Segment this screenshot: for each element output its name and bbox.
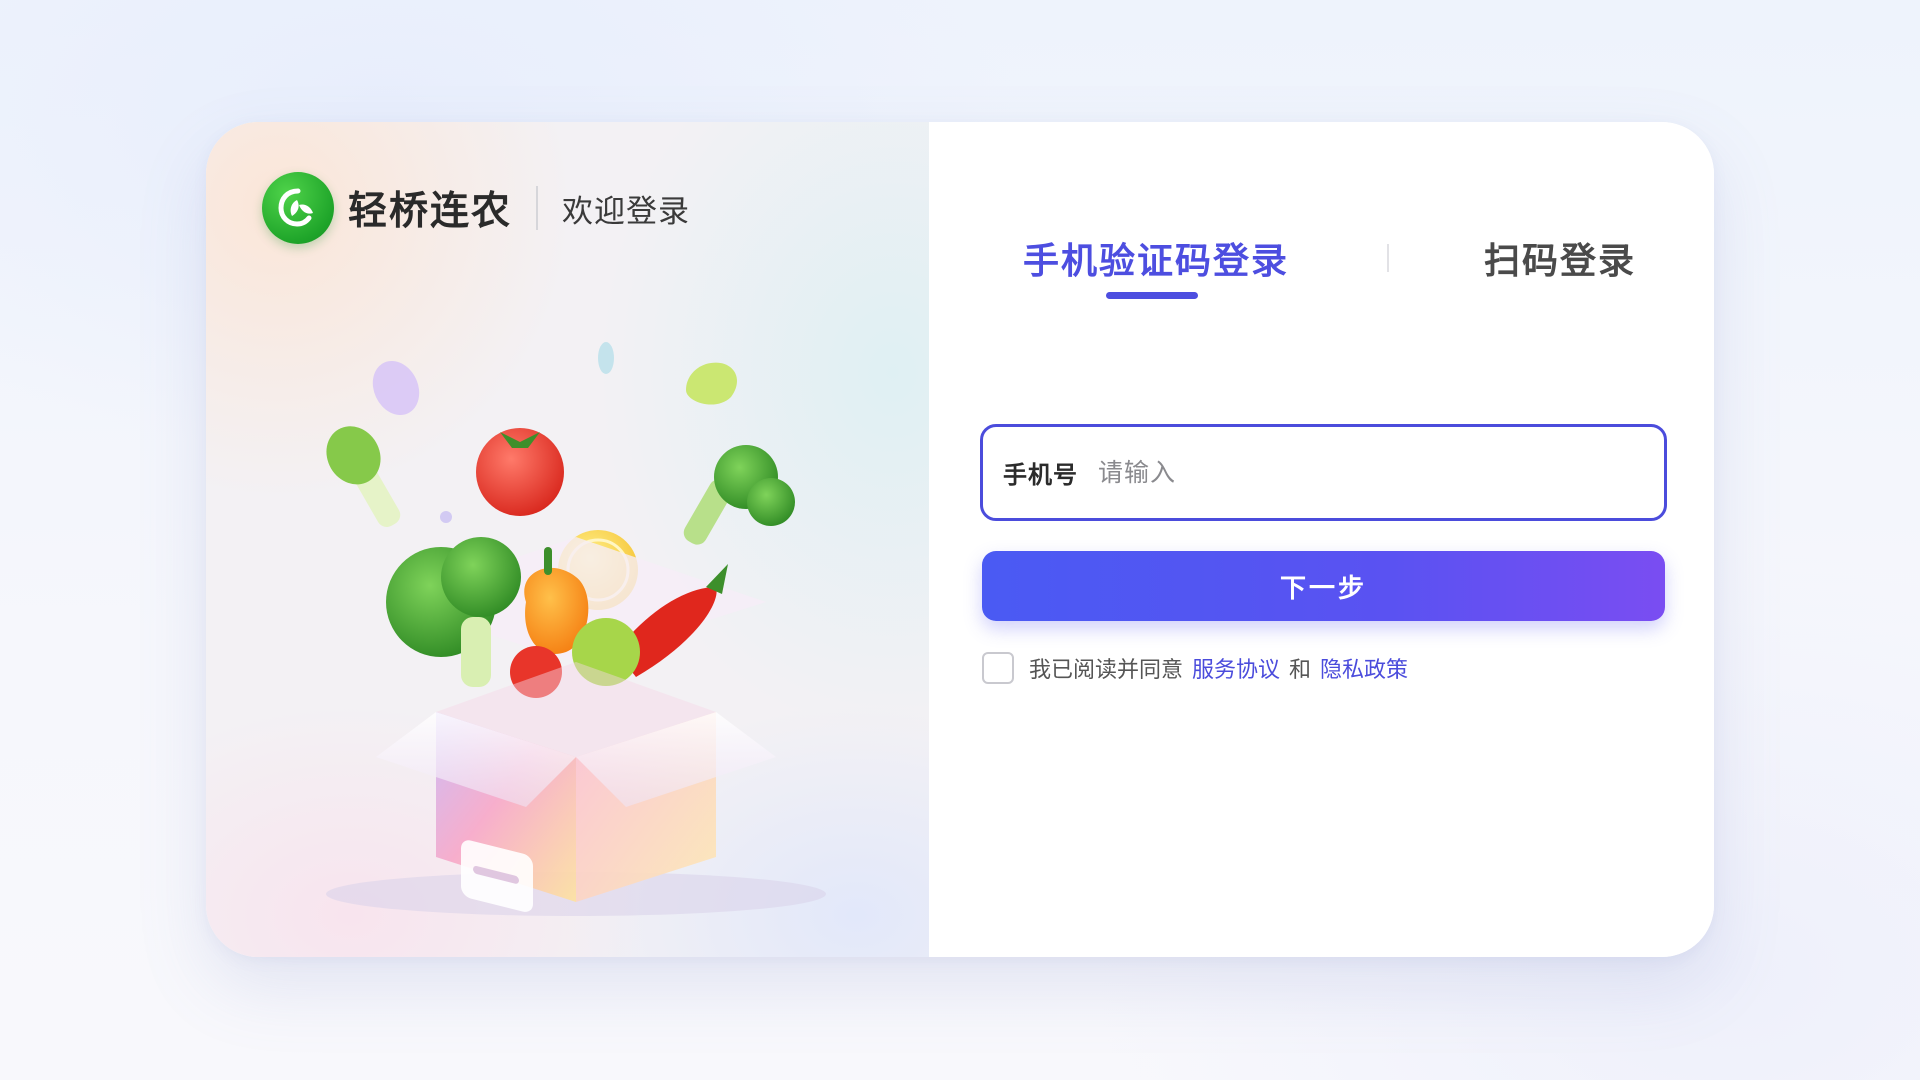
brand-logo-icon bbox=[262, 172, 334, 244]
welcome-text: 欢迎登录 bbox=[562, 193, 691, 230]
brand-header: 轻桥连农 欢迎登录 bbox=[262, 172, 690, 244]
privacy-policy-link[interactable]: 隐私政策 bbox=[1320, 652, 1408, 684]
brand-name: 轻桥连农 bbox=[348, 189, 513, 234]
agreement-checkbox[interactable] bbox=[982, 652, 1014, 684]
tab-phone-code-login[interactable]: 手机验证码登录 bbox=[1023, 232, 1289, 284]
tab-qr-code-login[interactable]: 扫码登录 bbox=[1484, 232, 1636, 284]
illustration-panel: 轻桥连农 欢迎登录 bbox=[206, 122, 929, 957]
brand-divider bbox=[536, 186, 539, 230]
agreement-row: 我已阅读并同意 服务协议 和 隐私政策 bbox=[982, 652, 1417, 684]
vegetable-box-illustration bbox=[326, 342, 826, 916]
agreement-connector: 和 bbox=[1289, 658, 1312, 683]
phone-field: 手机号 bbox=[980, 424, 1667, 521]
tab-divider bbox=[1387, 244, 1389, 272]
agreement-prefix: 我已阅读并同意 bbox=[1029, 658, 1184, 683]
phone-input[interactable] bbox=[1098, 442, 1664, 503]
service-agreement-link[interactable]: 服务协议 bbox=[1192, 652, 1280, 684]
phone-label: 手机号 bbox=[1003, 461, 1078, 489]
login-form-panel: 手机验证码登录 扫码登录 手机号 下一步 我已阅读并同意 服务协议 和 隐私政策 bbox=[929, 122, 1714, 957]
next-step-button[interactable]: 下一步 bbox=[982, 551, 1665, 621]
login-card: 轻桥连农 欢迎登录 手机验证码登录 扫码登录 手机号 请输入 下一步 我已阅读并… bbox=[206, 122, 1714, 957]
active-tab-indicator bbox=[1106, 292, 1198, 299]
